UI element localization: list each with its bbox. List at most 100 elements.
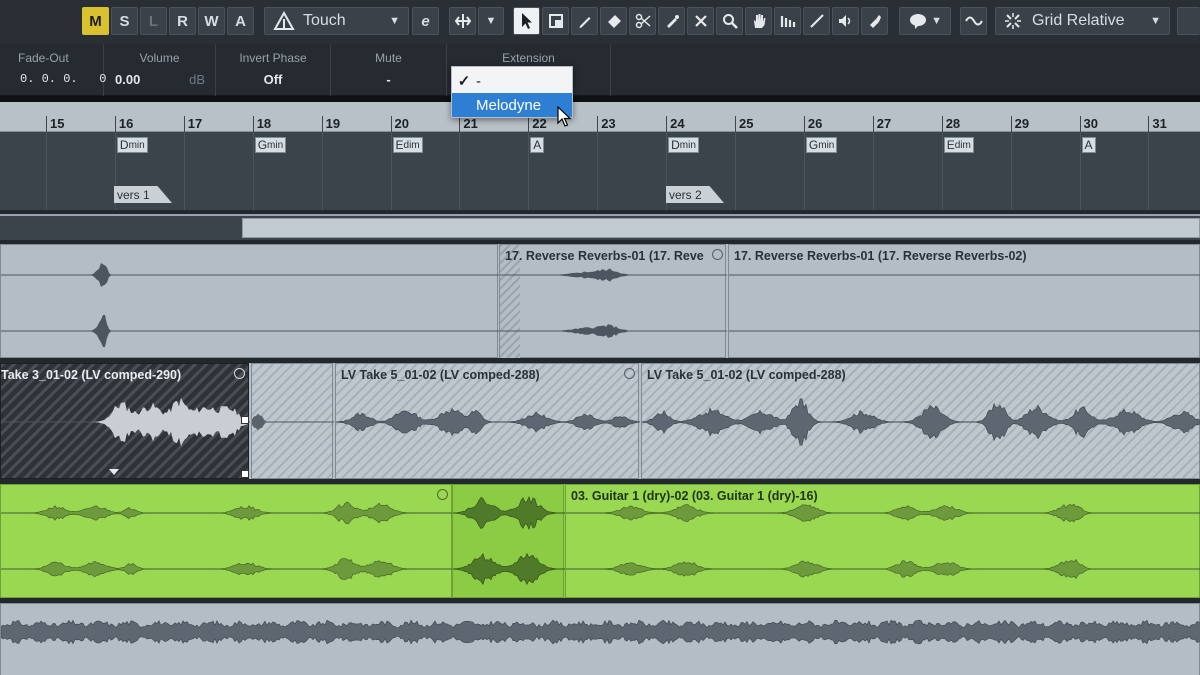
chevron-down-icon: ▼ <box>1150 15 1161 27</box>
invert-phase-value[interactable]: Off <box>216 72 330 87</box>
menu-item-label: - <box>476 72 481 90</box>
draw-icon[interactable] <box>571 7 598 35</box>
bar-tick <box>114 116 116 132</box>
mute-field[interactable]: Mute - <box>331 44 447 96</box>
bar-number: 21 <box>463 116 478 131</box>
line-icon[interactable] <box>803 7 830 35</box>
audio-event-guitar-c[interactable]: 03. Guitar 1 (dry)-02 (03. Guitar 1 (dry… <box>565 484 1200 598</box>
audio-event-take3-selected[interactable]: Take 3_01-02 (LV comped-290) <box>0 363 250 479</box>
menu-item-none[interactable]: ✓ - <box>452 69 572 93</box>
automation-a-button[interactable]: A <box>227 7 254 35</box>
menu-item-melodyne[interactable]: Melodyne <box>452 93 572 117</box>
quantize-select[interactable]: ▼ <box>899 7 951 35</box>
bar-tick <box>459 116 461 132</box>
audio-event[interactable] <box>0 603 1200 675</box>
chord-root: E <box>395 138 404 152</box>
extension-label: Extension <box>502 51 555 65</box>
grid-line <box>321 132 323 212</box>
bar-number: 30 <box>1083 116 1098 131</box>
bar-tick <box>183 116 185 132</box>
chord-event[interactable]: Edim <box>943 137 974 153</box>
event-name: LV Take 5_01-02 (LV comped-288) <box>647 368 846 382</box>
audio-event-guitar-b[interactable] <box>452 484 565 598</box>
snap-curve-icon[interactable] <box>960 7 987 35</box>
marker-label: vers 2 <box>669 187 702 202</box>
fade-out-field[interactable]: Fade-Out 0. 0. 0. 0 <box>0 44 106 96</box>
mute-label: Mute <box>375 51 402 65</box>
color-icon[interactable] <box>861 7 888 35</box>
audio-event-take5-a[interactable]: LV Take 5_01-02 (LV comped-288) <box>335 363 640 479</box>
expression-icon[interactable]: e <box>412 7 439 35</box>
audio-event[interactable] <box>0 244 499 358</box>
toolbar: M S L R W A Touch ▼ e ▼ ▼ Grid Relative … <box>0 0 1200 44</box>
chord-event[interactable]: A <box>1081 137 1096 153</box>
chord-event[interactable]: Dmin <box>116 137 148 153</box>
grid-toggle-button[interactable] <box>1177 7 1200 35</box>
bar-tick <box>666 116 668 132</box>
size-handle[interactable] <box>241 470 249 478</box>
grid-line <box>46 132 47 212</box>
chord-event[interactable]: Dmin <box>668 137 699 153</box>
event-name: Take 3_01-02 (LV comped-290) <box>1 368 182 382</box>
bar-number: 19 <box>325 116 341 131</box>
folder-part[interactable] <box>242 218 1200 238</box>
chord-event[interactable]: Gmin <box>254 137 287 153</box>
mute-value[interactable]: - <box>331 72 446 87</box>
split-icon[interactable] <box>629 7 656 35</box>
chevron-down-icon[interactable] <box>109 469 119 475</box>
chord-root: D <box>671 138 680 152</box>
hand-icon[interactable] <box>745 7 772 35</box>
checkmark-icon: ✓ <box>457 73 471 90</box>
lock-icon <box>437 489 448 500</box>
audio-event-guitar-a[interactable] <box>0 484 453 598</box>
automation-mode-select[interactable]: Touch ▼ <box>264 7 409 35</box>
bar-number: 31 <box>1152 116 1167 131</box>
event-name: 03. Guitar 1 (dry)-02 (03. Guitar 1 (dry… <box>571 489 818 503</box>
bar-number: 17 <box>187 116 203 131</box>
grid-line <box>459 132 461 212</box>
bar-number: 23 <box>601 116 616 131</box>
info-line: Fade-Out 0. 0. 0. 0 Volume 0.00 dB Inver… <box>0 44 1200 96</box>
glue-icon[interactable] <box>658 7 685 35</box>
audio-event-take5-b[interactable]: LV Take 5_01-02 (LV comped-288) <box>641 363 1200 479</box>
object-selection-icon[interactable] <box>513 7 540 35</box>
zoom-icon[interactable] <box>716 7 743 35</box>
chevron-down-icon[interactable]: ▼ <box>478 7 504 35</box>
write-button[interactable]: W <box>198 7 225 35</box>
range-selection-icon[interactable] <box>542 7 569 35</box>
mute-tool-icon[interactable] <box>687 7 714 35</box>
listen-button[interactable]: L <box>140 7 167 35</box>
transport-move-icon[interactable] <box>449 7 476 35</box>
chord-event[interactable]: Gmin <box>805 137 838 153</box>
bar-tick <box>321 116 323 132</box>
bar-tick <box>941 116 943 132</box>
menu-item-label: Melodyne <box>476 96 542 114</box>
audio-event-reverb-b[interactable]: 17. Reverse Reverbs-01 (17. Reverse Reve… <box>728 244 1200 358</box>
audio-event-reverb-a[interactable]: 17. Reverse Reverbs-01 (17. Reve <box>499 244 727 359</box>
snap-icon <box>1005 13 1021 29</box>
grid-line <box>390 132 392 212</box>
chord-event[interactable]: A <box>530 137 545 153</box>
chord-quality: min <box>267 139 284 151</box>
grid-line <box>252 132 254 212</box>
fade-out-value[interactable]: 0. 0. 0. 0 <box>0 72 106 86</box>
snap-mode-select[interactable]: Grid Relative ▼ <box>995 7 1170 35</box>
chord-root: E <box>946 138 955 152</box>
track-dense-audio <box>0 603 1200 675</box>
grid-line <box>1148 132 1150 212</box>
erase-icon[interactable] <box>600 7 627 35</box>
audio-event-gap[interactable] <box>251 363 334 479</box>
snap-mode-value: Grid Relative <box>1032 12 1125 29</box>
volume-handle[interactable] <box>241 416 249 424</box>
invert-phase-field[interactable]: Invert Phase Off <box>216 44 331 96</box>
play-icon[interactable] <box>832 7 859 35</box>
bar-tick <box>252 116 254 132</box>
comp-icon[interactable] <box>774 7 801 35</box>
timeline-ruler[interactable]: 15 16 17 18 19 20 21 22 23 24 25 26 27 28 29 30 31 <box>0 102 1200 132</box>
volume-field[interactable]: Volume 0.00 dB <box>104 44 216 96</box>
chord-event[interactable]: Edim <box>392 137 423 153</box>
mouse-pointer-icon <box>557 106 572 127</box>
mute-button[interactable]: M <box>82 7 109 35</box>
solo-button[interactable]: S <box>111 7 138 35</box>
read-button[interactable]: R <box>169 7 196 35</box>
